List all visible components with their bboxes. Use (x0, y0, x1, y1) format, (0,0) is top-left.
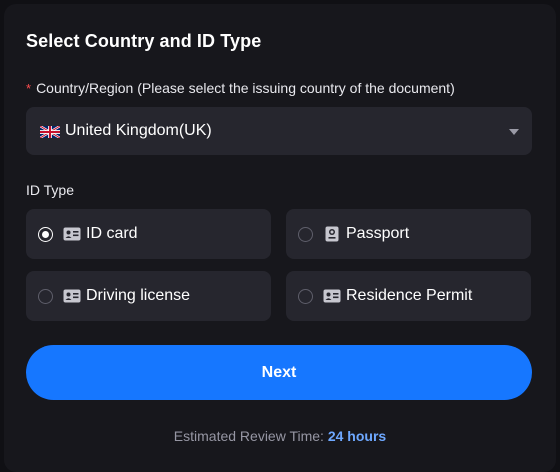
id-card-icon (63, 227, 81, 241)
id-selection-card: Select Country and ID Type * Country/Regi… (4, 4, 556, 472)
chevron-down-icon (509, 129, 519, 135)
id-type-label: ID Type (26, 182, 74, 198)
country-select[interactable]: United Kingdom(UK) (26, 107, 532, 155)
id-type-option-label: ID card (86, 225, 138, 242)
id-type-option-label: Driving license (86, 287, 191, 304)
id-type-option-passport[interactable]: Passport (286, 209, 531, 259)
id-type-option-driving-license[interactable]: Driving license (26, 271, 271, 321)
id-type-option-id-card[interactable]: ID card (26, 209, 271, 259)
form-title: Select Country and ID Type (26, 31, 262, 51)
passport-icon (325, 226, 339, 242)
required-mark: * (26, 81, 32, 96)
id-card-icon (63, 289, 81, 303)
radio-unselected[interactable] (298, 227, 313, 242)
country-select-value: United Kingdom(UK) (65, 122, 212, 139)
next-button[interactable]: Next (26, 345, 532, 400)
review-time-value: 24 hours (327, 428, 387, 444)
radio-unselected[interactable] (38, 289, 53, 304)
id-card-icon (323, 289, 341, 303)
estimated-review-time: Estimated Review Time: 24 hours (4, 428, 556, 444)
radio-unselected[interactable] (298, 289, 313, 304)
id-type-option-label: Residence Permit (346, 287, 473, 304)
review-time-prefix: Estimated Review Time: (173, 428, 324, 444)
country-field-label: * Country/Region (Please select the issui… (26, 80, 455, 96)
id-type-option-label: Passport (346, 225, 410, 242)
uk-flag-icon (40, 126, 60, 138)
id-type-option-residence-permit[interactable]: Residence Permit (286, 271, 531, 321)
radio-selected[interactable] (38, 227, 53, 242)
country-label-text: Country/Region (Please select the issuin… (36, 80, 455, 96)
